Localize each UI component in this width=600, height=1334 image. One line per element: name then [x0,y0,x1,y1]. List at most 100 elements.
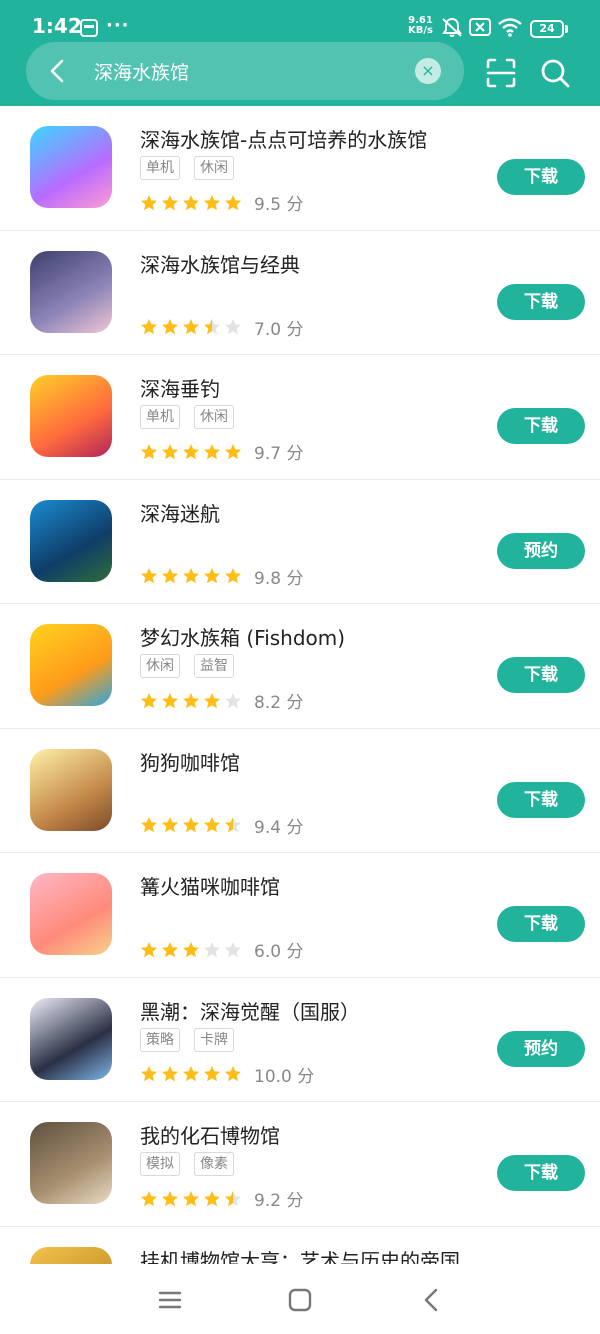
status-bar: 1:42 ··· 9.61 KB/s 24 [0,0,600,44]
rating-stars [140,1190,242,1208]
app-list-item[interactable]: 深海迷航 9.8 分 预约 [0,480,600,604]
scan-icon[interactable] [484,56,518,90]
app-tags: 模拟 像素 [140,1152,234,1176]
clear-icon[interactable]: × [415,58,441,84]
rating-score: 8.2 分 [254,693,304,713]
app-list-item[interactable]: 黑潮：深海觉醒（国服） 策略 卡牌 10.0 分 预约 [0,978,600,1102]
reserve-button[interactable]: 预约 [497,532,585,569]
no-sim-icon [469,18,491,36]
app-tag: 休闲 [140,654,180,678]
app-tags: 单机 休闲 [140,156,234,180]
app-icon[interactable] [30,499,112,582]
system-nav-bar [0,1264,600,1334]
app-tag: 益智 [194,654,234,678]
app-rating: 9.5 分 [140,190,303,215]
app-tags: 策略 卡牌 [140,1027,234,1052]
app-icon[interactable] [30,375,112,457]
star-icon [183,1190,199,1206]
rating-score: 7.0 分 [254,319,304,340]
star-icon [162,817,178,833]
app-list-item[interactable]: 狗狗咖啡馆 9.4 分 下载 [0,729,600,853]
app-tag: 卡牌 [194,1027,234,1052]
star-icon [162,1190,178,1206]
star-icon [183,941,199,957]
menu-icon[interactable] [156,1286,184,1314]
star-icon [141,1190,157,1206]
download-button[interactable]: 下载 [497,906,585,942]
app-title[interactable]: 深海垂钓 [140,373,220,402]
download-button[interactable]: 下载 [497,657,585,693]
back-icon[interactable] [418,1286,446,1314]
search-input[interactable]: 深海水族馆 [94,58,189,85]
app-rating: 8.2 分 [140,688,303,713]
app-title[interactable]: 深海迷航 [140,498,220,527]
app-tag: 休闲 [194,405,234,429]
search-bar[interactable]: 深海水族馆 × [26,42,464,100]
wifi-icon [498,18,522,37]
app-title[interactable]: 黑潮：深海觉醒（国服） [140,996,360,1025]
app-list-item[interactable]: 深海垂钓单机 休闲 9.7 分 下载 [0,355,600,480]
home-icon[interactable] [286,1286,314,1314]
more-notifications-indicator: ··· [106,15,130,36]
app-tag: 模拟 [140,1152,180,1176]
app-icon[interactable] [30,126,112,208]
app-tag: 像素 [194,1152,234,1176]
app-list-item[interactable]: 挂机博物馆大亨：艺术与历史的帝国 [0,1227,600,1265]
star-icon [162,443,178,459]
star-icon [225,194,241,210]
app-rating: 9.4 分 [140,813,303,838]
app-title[interactable]: 狗狗咖啡馆 [140,747,240,776]
download-button[interactable]: 下载 [497,781,585,818]
app-title[interactable]: 篝火猫咪咖啡馆 [140,871,280,900]
search-results-list[interactable]: 深海水族馆-点点可培养的水族馆 单机 休闲 9.5 分下载 深海水族馆与经典 7.0 分下… [0,106,600,1264]
app-tag: 单机 [140,156,180,180]
app-header: 1:42 ··· 9.61 KB/s 24 深海水族馆 × [0,0,600,106]
app-list-item[interactable]: 深海水族馆与经典 7.0 分 下载 [0,231,600,355]
star-icon [204,692,220,708]
star-icon [183,817,199,833]
app-icon[interactable] [30,997,112,1080]
app-icon[interactable] [30,748,112,831]
search-icon[interactable] [538,56,572,90]
star-icon [183,692,199,708]
star-icon [162,194,178,210]
app-title[interactable]: 深海水族馆与经典 [140,249,300,278]
download-button[interactable]: 下载 [497,408,585,444]
chevron-left-icon[interactable] [42,55,74,87]
download-button[interactable]: 下载 [497,283,585,320]
app-icon[interactable] [30,1246,112,1264]
app-title[interactable]: 深海水族馆-点点可培养的水族馆 [140,124,427,153]
app-rating: 9.7 分 [140,439,303,464]
app-icon[interactable] [30,873,112,955]
star-icon [204,941,220,957]
rating-stars [140,941,242,959]
star-icon [141,1066,157,1082]
reserve-button[interactable]: 预约 [497,1030,585,1067]
app-tags: 单机 休闲 [140,405,234,429]
star-icon [183,443,199,459]
star-icon [141,319,157,335]
rating-score: 6.0 分 [254,942,304,962]
app-list-item[interactable]: 我的化石博物馆 模拟 像素 9.2 分 下载 [0,1102,600,1227]
rating-score: 9.8 分 [254,568,304,589]
app-icon[interactable] [30,1122,112,1204]
app-title[interactable]: 梦幻水族箱 (Fishdom) [140,622,345,651]
rating-stars [140,692,242,710]
star-icon [225,692,241,708]
app-tag: 休闲 [194,156,234,180]
star-icon [225,941,241,957]
app-list-item[interactable]: 深海水族馆-点点可培养的水族馆单机 休闲 9.5 分 下载 [0,106,600,231]
app-list-item[interactable]: 篝火猫咪咖啡馆 6.0 分 下载 [0,853,600,978]
app-icon[interactable] [30,624,112,706]
app-title[interactable]: 挂机博物馆大亨：艺术与历史的帝国 [140,1245,460,1265]
app-rating: 9.8 分 [140,564,303,589]
app-title[interactable]: 我的化石博物馆 [140,1120,280,1149]
app-icon[interactable] [30,250,112,333]
star-icon [162,1066,178,1082]
star-icon [141,443,157,459]
rating-stars [140,318,242,336]
app-tags: 休闲 益智 [140,654,234,678]
download-button[interactable]: 下载 [497,1155,585,1191]
app-list-item[interactable]: 梦幻水族箱 (Fishdom) 休闲 益智 8.2 分 下载 [0,604,600,729]
download-button[interactable]: 下载 [497,159,585,195]
